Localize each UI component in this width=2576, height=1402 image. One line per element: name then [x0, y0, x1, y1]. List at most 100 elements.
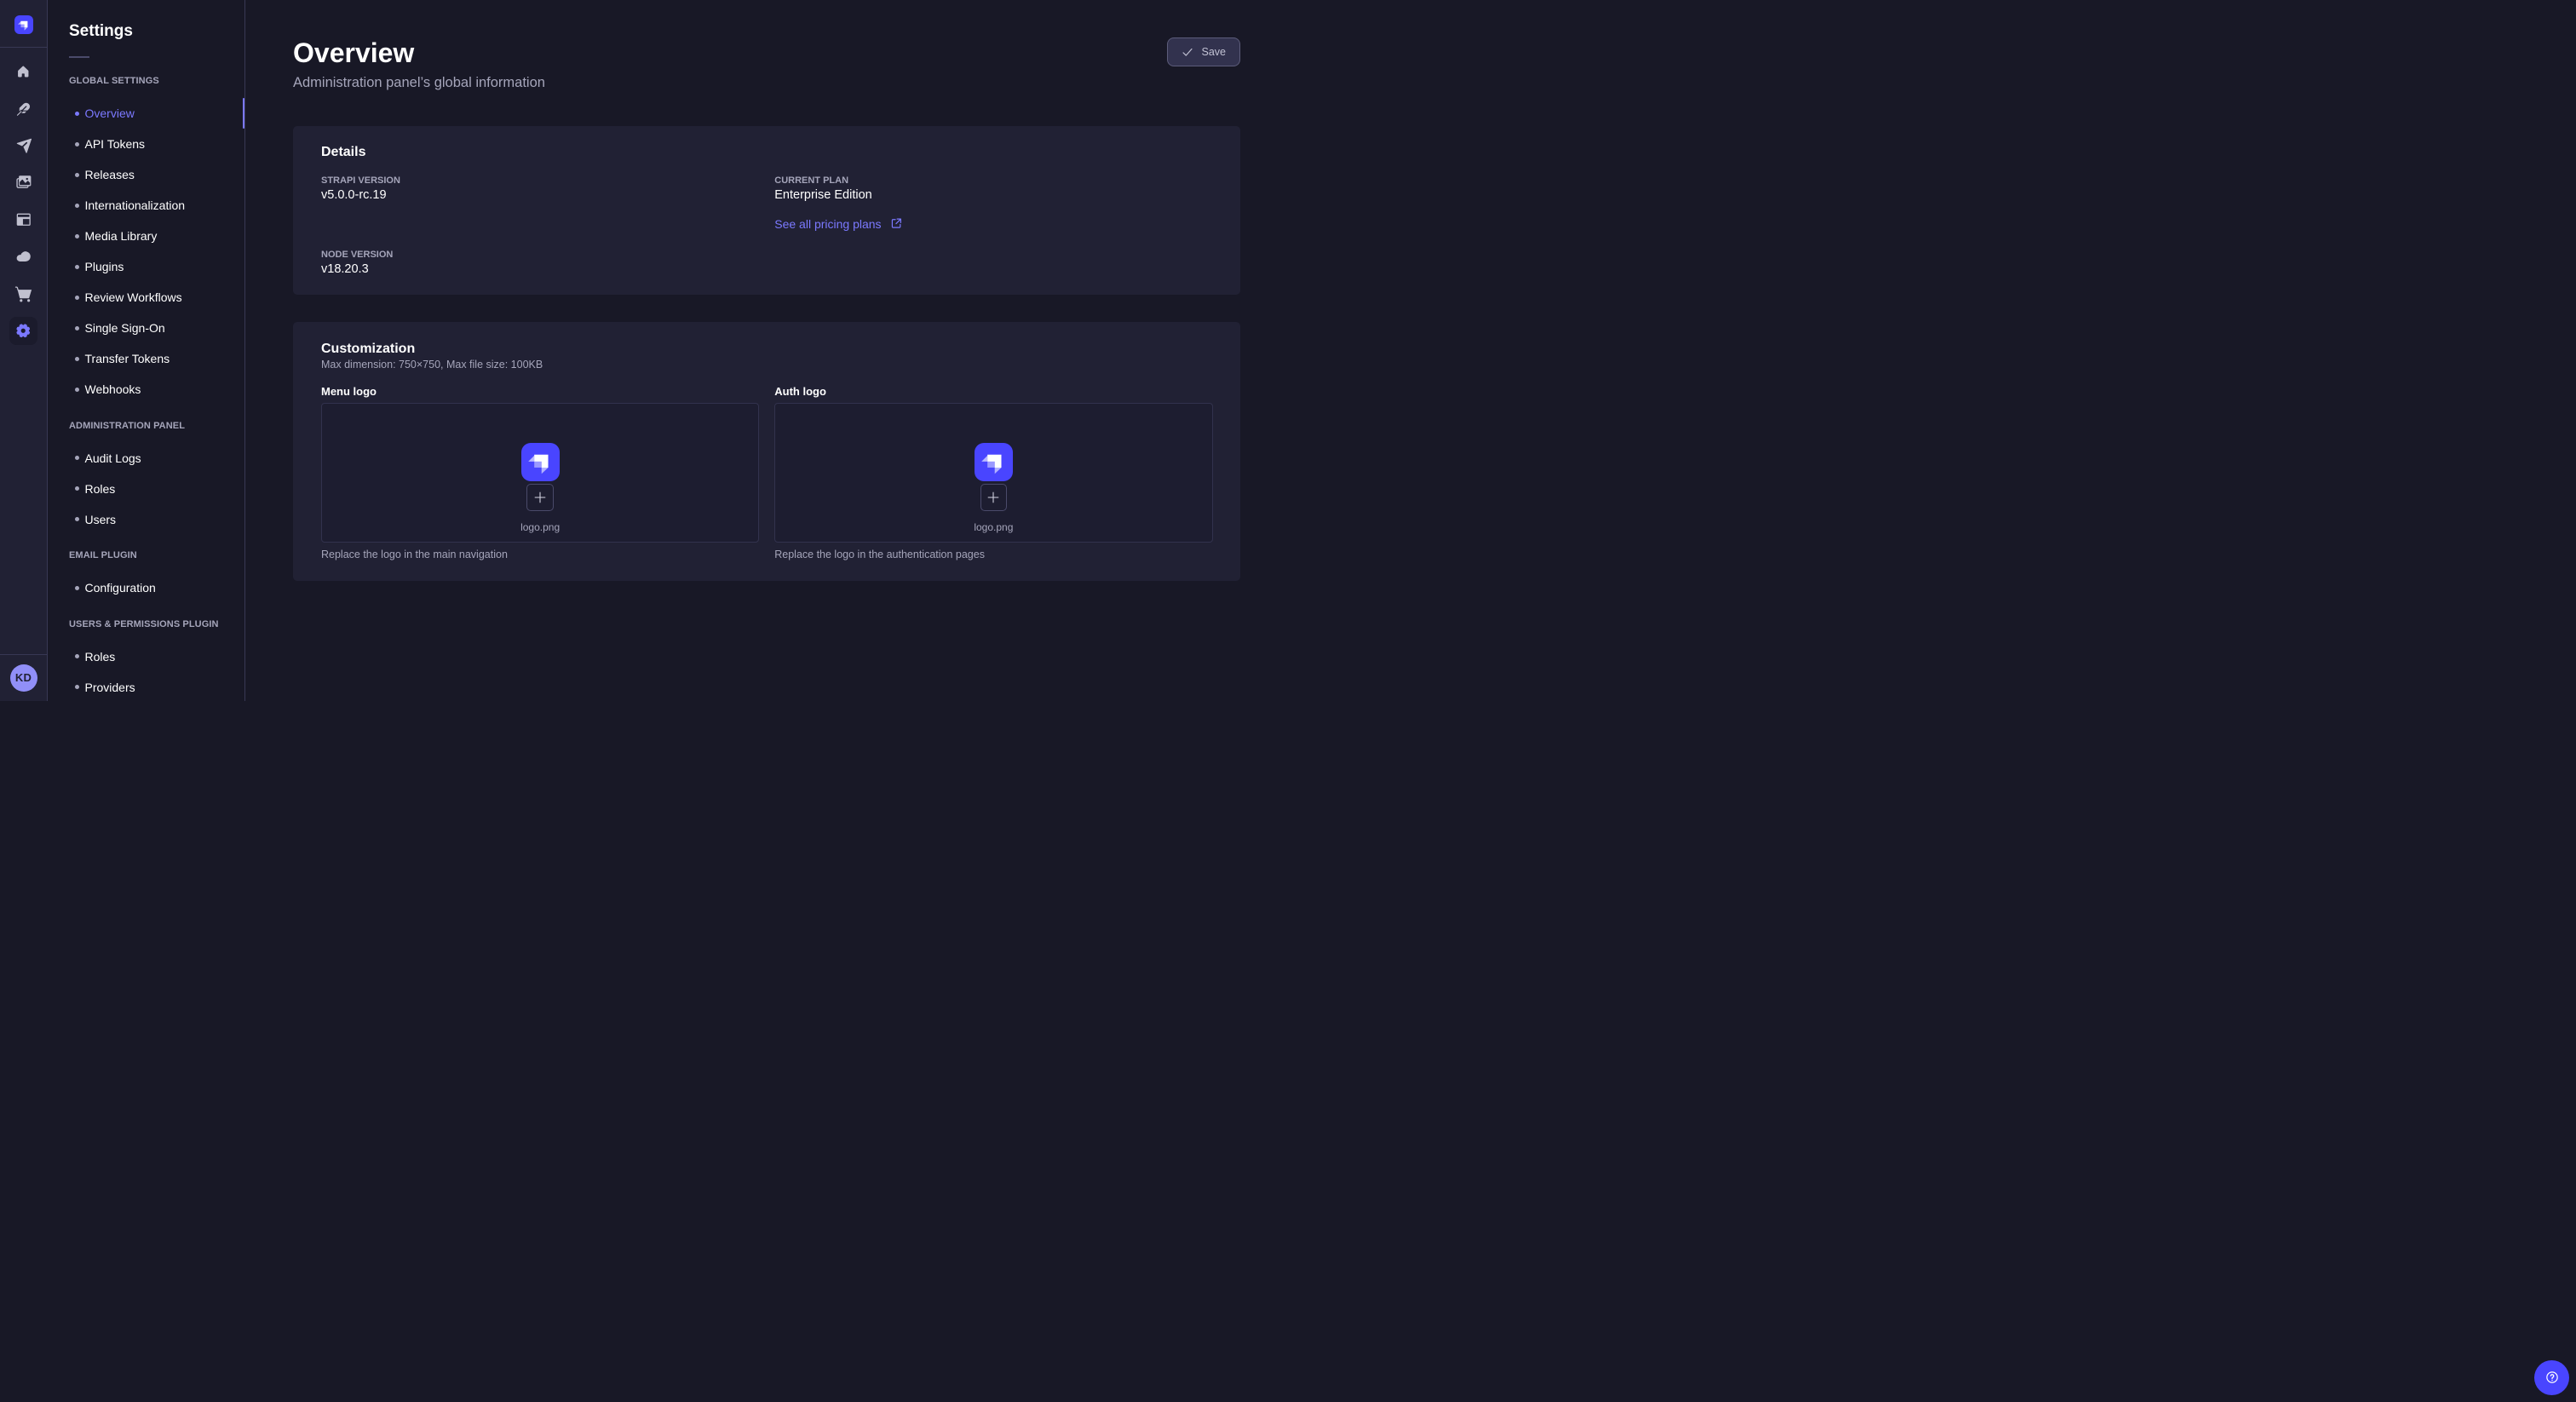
subnav-item-roles[interactable]: Roles: [48, 641, 244, 672]
save-button[interactable]: Save: [1167, 37, 1240, 66]
nav-marketplace-button[interactable]: [9, 280, 37, 308]
plus-icon: [533, 491, 547, 504]
auth-logo-label: Auth logo: [774, 383, 1212, 400]
subnav-item-review-workflows[interactable]: Review Workflows: [48, 282, 244, 313]
subnav-item-label: Releases: [85, 168, 135, 181]
nav-spacer: [0, 347, 47, 654]
nav-releases-button[interactable]: [9, 132, 37, 160]
subnav-item-audit-logs[interactable]: Audit Logs: [48, 443, 244, 474]
subnav-item-label: Configuration: [85, 581, 156, 595]
current-plan-value: Enterprise Edition: [774, 186, 1212, 204]
auth-logo-well: logo.png: [774, 403, 1212, 543]
nav-home-button[interactable]: [9, 58, 37, 86]
nav-media-library-button[interactable]: [9, 169, 37, 197]
add-menu-logo-button[interactable]: [526, 484, 554, 511]
bullet-icon: [75, 326, 79, 330]
subnav-section-label: ADMINISTRATION PANEL: [48, 419, 244, 433]
page-title: Overview: [293, 36, 1240, 70]
subnav-item-roles[interactable]: Roles: [48, 474, 244, 504]
subnav-item-api-tokens[interactable]: API Tokens: [48, 129, 244, 159]
bullet-icon: [75, 357, 79, 361]
main-nav: KD: [0, 0, 48, 701]
customization-grid: Menu logo logo.png Replace the logo in t…: [321, 383, 1213, 563]
customization-subtitle: Max dimension: 750×750, Max file size: 1…: [321, 357, 1213, 372]
nav-logo-area: [0, 0, 47, 48]
subnav-item-releases[interactable]: Releases: [48, 159, 244, 190]
pricing-plans-link[interactable]: See all pricing plans: [774, 215, 902, 233]
subnav-item-media-library[interactable]: Media Library: [48, 221, 244, 251]
nav-content-type-builder-button[interactable]: [9, 206, 37, 234]
bullet-icon: [75, 586, 79, 590]
nav-footer: KD: [0, 654, 47, 702]
external-link-icon: [890, 217, 903, 230]
subnav-item-label: Transfer Tokens: [85, 352, 170, 365]
details-grid: STRAPI VERSION v5.0.0-rc.19 CURRENT PLAN…: [321, 174, 1213, 279]
user-avatar[interactable]: KD: [10, 664, 37, 692]
subnav-item-label: Users: [85, 513, 117, 526]
layout-icon: [15, 211, 32, 228]
logo-filename: logo.png: [974, 520, 1013, 535]
subnav-item-configuration[interactable]: Configuration: [48, 572, 244, 603]
strapi-logo-preview: [521, 443, 560, 481]
details-card: Details STRAPI VERSION v5.0.0-rc.19 CURR…: [293, 126, 1240, 295]
subnav-item-transfer-tokens[interactable]: Transfer Tokens: [48, 343, 244, 374]
subnav-item-label: Webhooks: [85, 382, 141, 396]
nav-settings-button[interactable]: [9, 317, 37, 345]
logo-hint: Replace the logo in the main navigation: [321, 547, 759, 562]
home-icon: [16, 65, 31, 79]
subnav-section: USERS & PERMISSIONS PLUGIN Roles Provide…: [48, 618, 244, 703]
node-version-value: v18.20.3: [321, 260, 759, 279]
subnav-sections: GLOBAL SETTINGS Overview API Tokens Rele…: [48, 74, 244, 703]
subnav-item-webhooks[interactable]: Webhooks: [48, 374, 244, 405]
subnav-section: ADMINISTRATION PANEL Audit Logs Roles Us…: [48, 419, 244, 535]
bullet-icon: [75, 486, 79, 491]
bullet-icon: [75, 112, 79, 116]
subnav-item-internationalization[interactable]: Internationalization: [48, 190, 244, 221]
subnav-item-label: Overview: [85, 106, 135, 120]
subnav-divider: [69, 56, 89, 58]
subnav-item-label: Providers: [85, 681, 135, 694]
subnav-section: EMAIL PLUGIN Configuration: [48, 549, 244, 603]
strapi-logo-preview: [975, 443, 1013, 481]
main-content: Overview Administration panel’s global i…: [245, 0, 1288, 701]
subnav-item-label: Media Library: [85, 229, 158, 243]
subnav-section-label: GLOBAL SETTINGS: [48, 74, 244, 88]
menu-logo-well: logo.png: [321, 403, 759, 543]
nav-deploy-button[interactable]: [9, 243, 37, 271]
subnav-item-plugins[interactable]: Plugins: [48, 251, 244, 282]
cart-icon: [14, 285, 32, 303]
details-title: Details: [321, 143, 1213, 162]
subnav-section-label: EMAIL PLUGIN: [48, 549, 244, 562]
subnav-section-items: Overview API Tokens Releases Internation…: [48, 98, 244, 405]
bullet-icon: [75, 234, 79, 238]
subnav-item-label: API Tokens: [85, 137, 146, 151]
settings-subnav: Settings GLOBAL SETTINGS Overview API To…: [48, 0, 245, 701]
menu-logo-label: Menu logo: [321, 383, 759, 400]
subnav-item-single-sign-on[interactable]: Single Sign-On: [48, 313, 244, 343]
customization-card: Customization Max dimension: 750×750, Ma…: [293, 322, 1240, 581]
feather-icon: [16, 101, 32, 117]
bullet-icon: [75, 654, 79, 658]
subnav-item-label: Review Workflows: [85, 290, 182, 304]
question-mark-icon: [2544, 1370, 2560, 1385]
subnav-item-label: Audit Logs: [85, 451, 141, 465]
main-nav-items: [0, 48, 47, 347]
bullet-icon: [75, 456, 79, 460]
subnav-section-items: Audit Logs Roles Users: [48, 443, 244, 535]
nav-content-manager-button[interactable]: [9, 95, 37, 123]
subnav-item-overview[interactable]: Overview: [48, 98, 244, 129]
subnav-item-providers[interactable]: Providers: [48, 672, 244, 703]
bullet-icon: [75, 265, 79, 269]
bullet-icon: [75, 388, 79, 392]
images-icon: [15, 175, 32, 191]
help-button[interactable]: [2534, 1360, 2569, 1395]
add-auth-logo-button[interactable]: [980, 484, 1008, 511]
subnav-section-label: USERS & PERMISSIONS PLUGIN: [48, 618, 244, 631]
customization-title: Customization: [321, 340, 1213, 359]
page-header: Overview Administration panel’s global i…: [293, 36, 1240, 93]
subnav-item-label: Roles: [85, 650, 116, 664]
subnav-item-users[interactable]: Users: [48, 504, 244, 535]
cloud-icon: [14, 248, 32, 266]
subnav-item-label: Single Sign-On: [85, 321, 165, 335]
strapi-logo-icon[interactable]: [14, 15, 33, 34]
